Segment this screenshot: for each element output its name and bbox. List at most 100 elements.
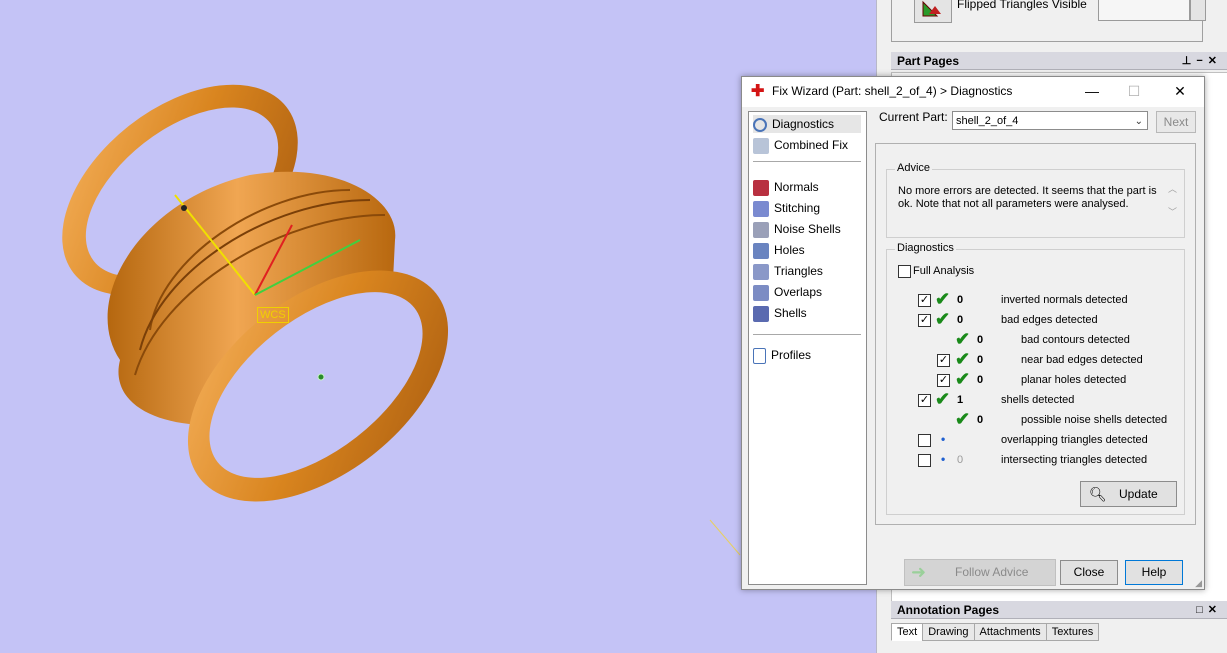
planar-holes-count: 0 [977, 374, 984, 386]
nav-combined-fix[interactable]: Combined Fix [753, 136, 861, 154]
overlaps-icon [753, 284, 769, 301]
near-bad-edges-checkbox[interactable]: ✓ [937, 354, 950, 367]
close-window-button[interactable]: ✕ [1168, 81, 1192, 101]
chevron-down-icon: ⌄ [1134, 116, 1143, 127]
overlapping-triangles-checkbox[interactable] [918, 434, 931, 447]
diagnostics-title: Diagnostics [895, 242, 956, 254]
nav-profiles[interactable]: Profiles [753, 346, 861, 364]
tab-textures[interactable]: Textures [1045, 623, 1100, 641]
flipped-triangles-button[interactable] [914, 0, 952, 23]
diagnostics-page: Advice No more errors are detected. It s… [875, 143, 1196, 525]
inverted-normals-checkbox[interactable]: ✓ [918, 294, 931, 307]
holes-icon [753, 242, 769, 259]
tab-attachments[interactable]: Attachments [973, 623, 1047, 641]
part-pages-controls[interactable]: ⊥−✕ [1182, 52, 1222, 70]
minimize-button[interactable]: — [1080, 81, 1104, 101]
next-button[interactable]: Next [1156, 111, 1196, 133]
nav-noise-shells[interactable]: Noise Shells [753, 220, 861, 238]
dialog-title: Fix Wizard (Part: shell_2_of_4) > Diagno… [772, 84, 1013, 98]
bad-edges-label: bad edges detected [1001, 314, 1098, 326]
ok-check-icon: ✔ [955, 349, 971, 369]
pending-dot-icon: • [941, 432, 946, 446]
resize-grip[interactable]: ◢ [1195, 578, 1202, 589]
nav-label: Noise Shells [774, 222, 841, 236]
annotation-pages-controls[interactable]: □✕ [1196, 601, 1222, 619]
advice-title: Advice [895, 162, 933, 174]
shells-checkbox[interactable]: ✓ [918, 394, 931, 407]
fix-wizard-icon: ✚ [751, 83, 765, 100]
annotation-tabs: Text Drawing Attachments Textures [891, 623, 1100, 643]
full-analysis-checkbox[interactable] [898, 265, 911, 278]
near-bad-edges-count: 0 [977, 354, 984, 366]
tab-drawing[interactable]: Drawing [922, 623, 975, 641]
tab-text[interactable]: Text [891, 623, 924, 641]
near-bad-edges-label: near bad edges detected [1021, 354, 1143, 366]
intersecting-triangles-count: 0 [957, 454, 964, 466]
nav-separator [753, 161, 861, 162]
nav-label: Combined Fix [774, 138, 849, 152]
follow-advice-label: Follow Advice [955, 565, 1029, 579]
shells-label: shells detected [1001, 394, 1075, 406]
annotation-pages-header: Annotation Pages □✕ [891, 601, 1227, 619]
shells-icon [753, 305, 769, 322]
nav-label: Triangles [774, 264, 823, 278]
update-button[interactable]: 🔍︎ Update [1080, 481, 1177, 507]
preview-scroll[interactable] [1190, 0, 1206, 21]
bad-edges-checkbox[interactable]: ✓ [918, 314, 931, 327]
nav-label: Diagnostics [772, 117, 835, 131]
part-pages-header: Part Pages ⊥−✕ [891, 52, 1227, 70]
ok-check-icon: ✔ [955, 329, 971, 349]
arrow-right-icon: ➜ [911, 562, 927, 582]
maximize-button[interactable]: ☐ [1122, 81, 1146, 101]
nav-stitching[interactable]: Stitching [753, 199, 861, 217]
bad-contours-count: 0 [977, 334, 984, 346]
nav-label: Profiles [771, 348, 812, 362]
noise-shells-label: possible noise shells detected [1021, 414, 1168, 426]
nav-label: Shells [774, 306, 807, 320]
current-part-label: Current Part: [879, 110, 948, 124]
nav-label: Normals [774, 180, 819, 194]
ok-check-icon: ✔ [935, 289, 951, 309]
pending-dot-icon: • [941, 452, 946, 466]
diagnostics-group: Diagnostics Full Analysis ✓ ✔ 0 inverted… [886, 242, 1185, 515]
part-pages-title: Part Pages [897, 54, 960, 68]
nav-shells[interactable]: Shells [753, 304, 861, 322]
follow-advice-button[interactable]: ➜ Follow Advice [904, 559, 1056, 586]
ok-check-icon: ✔ [935, 309, 951, 329]
stitching-icon [753, 200, 769, 217]
triangle-display-group: Flipped Triangles Visible [891, 0, 1206, 42]
annotation-pages-title: Annotation Pages [897, 603, 1000, 617]
nav-diagnostics[interactable]: Diagnostics [753, 115, 861, 133]
update-label: Update [1119, 487, 1158, 501]
help-button[interactable]: Help [1125, 560, 1183, 585]
preview-box [1098, 0, 1190, 21]
planar-holes-checkbox[interactable]: ✓ [937, 374, 950, 387]
intersecting-triangles-checkbox[interactable] [918, 454, 931, 467]
wizard-navigation: Diagnostics Combined Fix Normals Stitchi… [748, 111, 867, 585]
inverted-normals-count: 0 [957, 294, 964, 306]
advice-text: No more errors are detected. It seems th… [898, 185, 1157, 210]
flipped-triangles-label: Flipped Triangles Visible [957, 0, 1087, 11]
flipped-triangle-icon [922, 0, 941, 17]
ok-check-icon: ✔ [935, 389, 951, 409]
current-part-select[interactable]: shell_2_of_4 ⌄ [952, 111, 1148, 130]
dialog-titlebar[interactable]: ✚ Fix Wizard (Part: shell_2_of_4) > Diag… [742, 77, 1204, 107]
nav-label: Holes [774, 243, 805, 257]
triangles-icon [753, 263, 769, 280]
normals-icon [753, 179, 769, 196]
bad-edges-count: 0 [957, 314, 964, 326]
advice-scrollbar[interactable]: ︿ ﹀ [1167, 182, 1178, 228]
nav-overlaps[interactable]: Overlaps [753, 283, 861, 301]
nav-separator [753, 334, 861, 335]
ok-check-icon: ✔ [955, 409, 971, 429]
nav-triangles[interactable]: Triangles [753, 262, 861, 280]
nav-normals[interactable]: Normals [753, 178, 861, 196]
close-button[interactable]: Close [1060, 560, 1118, 585]
bad-contours-label: bad contours detected [1021, 334, 1130, 346]
overlapping-triangles-label: overlapping triangles detected [1001, 434, 1148, 446]
shells-count: 1 [957, 394, 964, 406]
noise-shells-count: 0 [977, 414, 984, 426]
ok-check-icon: ✔ [955, 369, 971, 389]
nav-holes[interactable]: Holes [753, 241, 861, 259]
magnifier-icon: 🔍︎ [1089, 486, 1107, 502]
